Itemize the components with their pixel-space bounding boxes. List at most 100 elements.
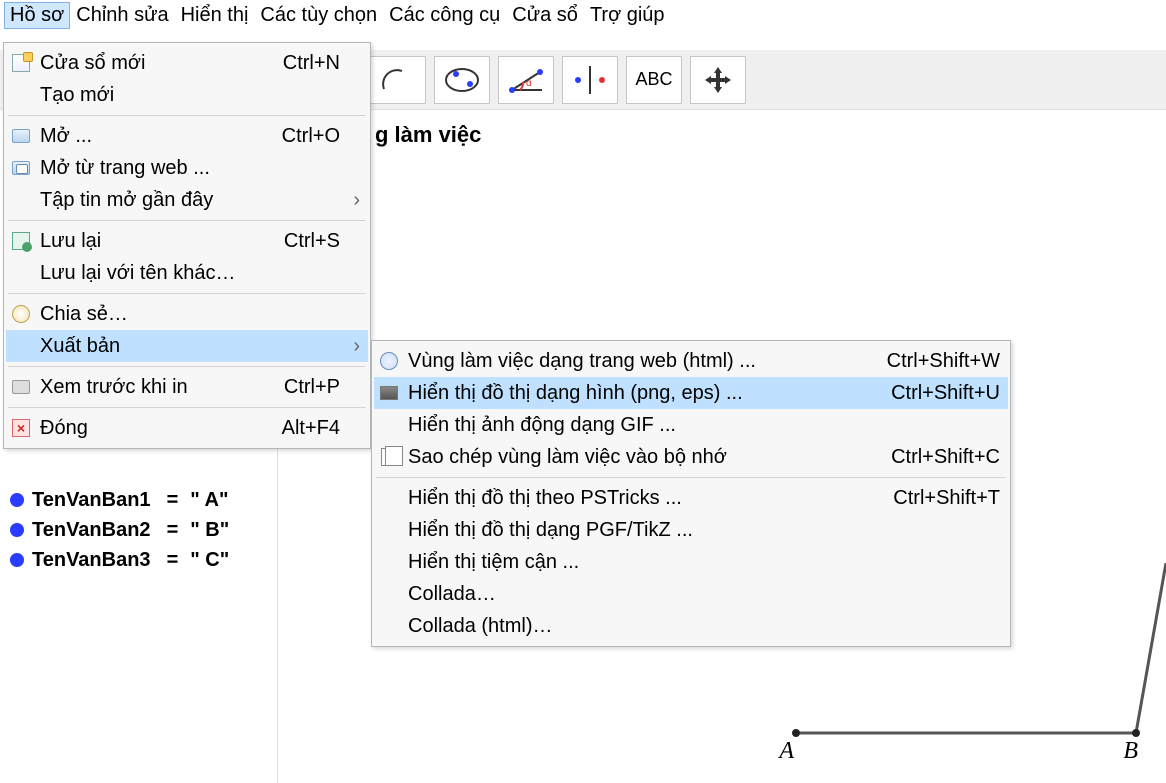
menu-label: Lưu lại	[40, 230, 260, 253]
equals-sign: =	[163, 489, 183, 512]
tool-angle[interactable]: α	[498, 56, 554, 104]
menubar-edit[interactable]: Chỉnh sửa	[70, 2, 174, 29]
menu-accelerator: Ctrl+Shift+W	[871, 350, 1000, 373]
export-submenu: Vùng làm việc dạng trang web (html) ... …	[371, 340, 1011, 647]
blank-icon	[10, 84, 32, 106]
blank-icon	[378, 414, 400, 436]
blank-icon	[10, 335, 32, 357]
menu-recent[interactable]: Tập tin mở gần đây ›	[6, 184, 368, 216]
algebra-row[interactable]: TenVanBan1 = " A"	[10, 485, 229, 515]
object-name: TenVanBan3	[32, 549, 155, 572]
menu-save-as[interactable]: Lưu lại với tên khác…	[6, 257, 368, 289]
menu-save[interactable]: Lưu lại Ctrl+S	[6, 225, 368, 257]
blank-icon	[10, 262, 32, 284]
menu-label: Hiển thị đồ thị dạng PGF/TikZ ...	[408, 519, 1000, 542]
equals-sign: =	[163, 519, 183, 542]
menu-open-web[interactable]: Mở từ trang web ...	[6, 152, 368, 184]
visibility-dot-icon[interactable]	[10, 493, 24, 507]
menu-export-collada-html[interactable]: Collada (html)…	[374, 610, 1008, 642]
menu-export-tikz[interactable]: Hiển thị đồ thị dạng PGF/TikZ ...	[374, 514, 1008, 546]
image-icon	[378, 382, 400, 404]
menu-label: Tạo mới	[40, 84, 340, 107]
menu-separator	[8, 407, 366, 408]
menu-separator	[376, 477, 1006, 478]
menu-label: Hiển thị đồ thị theo PSTricks ...	[408, 487, 869, 510]
menu-export-asymptote[interactable]: Hiển thị tiệm cận ...	[374, 546, 1008, 578]
menu-export-gif[interactable]: Hiển thị ảnh động dạng GIF ...	[374, 409, 1008, 441]
menu-export-collada[interactable]: Collada…	[374, 578, 1008, 610]
menubar-window[interactable]: Cửa sổ	[506, 2, 584, 29]
menubar-options[interactable]: Các tùy chọn	[254, 2, 383, 29]
tool-text[interactable]: ABC	[626, 56, 682, 104]
visibility-dot-icon[interactable]	[10, 523, 24, 537]
menubar: Hồ sơ Chỉnh sửa Hiển thị Các tùy chọn Cá…	[0, 0, 1166, 33]
submenu-arrow-icon: ›	[348, 189, 360, 212]
menu-print-preview[interactable]: Xem trước khi in Ctrl+P	[6, 371, 368, 403]
menu-export-html[interactable]: Vùng làm việc dạng trang web (html) ... …	[374, 345, 1008, 377]
menu-label: Hiển thị ảnh động dạng GIF ...	[408, 414, 1000, 437]
blank-icon	[378, 615, 400, 637]
object-name: TenVanBan2	[32, 519, 155, 542]
menu-close[interactable]: × Đóng Alt+F4	[6, 412, 368, 444]
menu-label: Chia sẻ…	[40, 303, 340, 326]
object-value: " C"	[190, 549, 229, 572]
menu-label: Hiển thị tiệm cận ...	[408, 551, 1000, 574]
file-menu: Cửa sổ mới Ctrl+N Tạo mới Mở ... Ctrl+O …	[3, 42, 371, 449]
menu-export[interactable]: Xuất bản ›	[6, 330, 368, 362]
menu-export-png[interactable]: Hiển thị đồ thị dạng hình (png, eps) ...…	[374, 377, 1008, 409]
folder-open-icon	[10, 125, 32, 147]
tool-ellipse[interactable]	[434, 56, 490, 104]
save-icon	[10, 230, 32, 252]
menu-label: Mở ...	[40, 125, 258, 148]
blank-icon	[378, 487, 400, 509]
menu-label: Mở từ trang web ...	[40, 157, 340, 180]
menu-label: Collada…	[408, 583, 1000, 606]
copy-icon	[378, 446, 400, 468]
menu-accelerator: Ctrl+O	[266, 125, 340, 148]
menu-separator	[8, 293, 366, 294]
menu-label: Đóng	[40, 417, 258, 440]
menu-accelerator: Ctrl+S	[268, 230, 340, 253]
menu-export-copy[interactable]: Sao chép vùng làm việc vào bộ nhớ Ctrl+S…	[374, 441, 1008, 473]
svg-text:α: α	[526, 78, 532, 89]
menu-separator	[8, 366, 366, 367]
submenu-arrow-icon: ›	[348, 335, 360, 358]
menubar-tools[interactable]: Các công cụ	[383, 2, 506, 29]
tool-reflect[interactable]	[562, 56, 618, 104]
new-window-icon	[10, 52, 32, 74]
algebra-row[interactable]: TenVanBan3 = " C"	[10, 545, 229, 575]
menu-export-pstricks[interactable]: Hiển thị đồ thị theo PSTricks ... Ctrl+S…	[374, 482, 1008, 514]
menu-label: Hiển thị đồ thị dạng hình (png, eps) ...	[408, 382, 867, 405]
menubar-help[interactable]: Trợ giúp	[584, 2, 671, 29]
menu-label: Lưu lại với tên khác…	[40, 262, 340, 285]
web-icon	[378, 350, 400, 372]
algebra-row[interactable]: TenVanBan2 = " B"	[10, 515, 229, 545]
menu-new-window[interactable]: Cửa sổ mới Ctrl+N	[6, 47, 368, 79]
menu-accelerator: Ctrl+Shift+U	[875, 382, 1000, 405]
point-label-a: A	[779, 738, 794, 765]
visibility-dot-icon[interactable]	[10, 553, 24, 567]
print-preview-icon	[10, 376, 32, 398]
blank-icon	[378, 519, 400, 541]
menu-separator	[8, 220, 366, 221]
menu-accelerator: Alt+F4	[266, 417, 340, 440]
share-icon	[10, 303, 32, 325]
menu-open[interactable]: Mở ... Ctrl+O	[6, 120, 368, 152]
menubar-file[interactable]: Hồ sơ	[4, 2, 70, 29]
menu-accelerator: Ctrl+Shift+T	[877, 487, 1000, 510]
menu-label: Sao chép vùng làm việc vào bộ nhớ	[408, 446, 867, 469]
menubar-view[interactable]: Hiển thị	[175, 2, 255, 29]
tool-arc-fragment[interactable]	[370, 56, 426, 104]
menu-separator	[8, 115, 366, 116]
tool-move-view[interactable]	[690, 56, 746, 104]
menu-new[interactable]: Tạo mới	[6, 79, 368, 111]
object-name: TenVanBan1	[32, 489, 155, 512]
object-value: " A"	[190, 489, 228, 512]
object-value: " B"	[190, 519, 229, 542]
menu-label: Collada (html)…	[408, 615, 1000, 638]
blank-icon	[10, 189, 32, 211]
menu-accelerator: Ctrl+N	[267, 52, 340, 75]
blank-icon	[378, 583, 400, 605]
menu-label: Vùng làm việc dạng trang web (html) ...	[408, 350, 863, 373]
menu-share[interactable]: Chia sẻ…	[6, 298, 368, 330]
